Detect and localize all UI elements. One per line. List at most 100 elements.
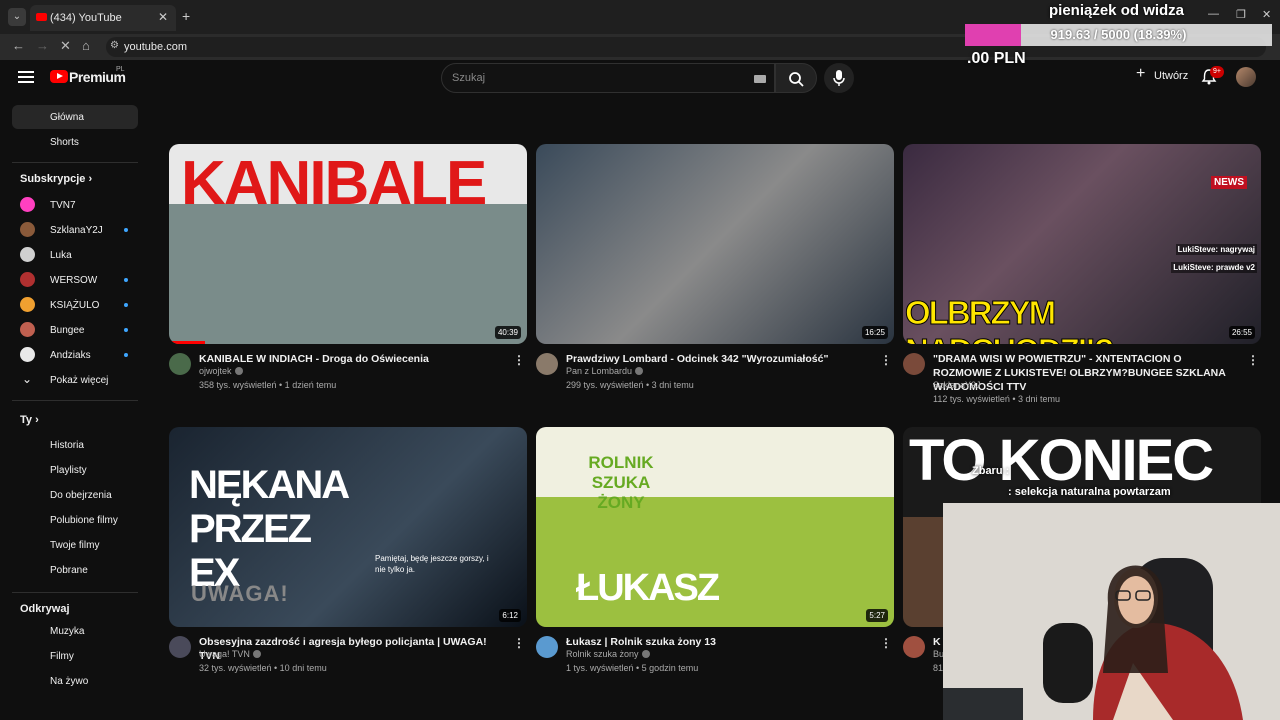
sidebar-item-channel[interactable]: Andziaks xyxy=(12,343,138,367)
sidebar-item-label: KSIĄŻULO xyxy=(50,300,100,311)
channel-name: Rolnik szuka żony xyxy=(566,649,639,659)
tab-search-icon[interactable]: ⌄ xyxy=(8,8,26,26)
sidebar-item-label: Bungee xyxy=(50,325,85,336)
keyboard-icon[interactable] xyxy=(754,75,766,83)
sidebar-item-you[interactable]: Twoje filmy xyxy=(12,533,138,557)
video-channel[interactable]: Pan z Lombardu xyxy=(566,366,644,376)
channel-avatar xyxy=(20,272,35,287)
reload-icon[interactable]: ✕ xyxy=(60,38,71,54)
minimize-icon[interactable]: — xyxy=(1208,8,1219,20)
plus-icon: + xyxy=(1136,65,1146,82)
channel-name: Pan z Lombardu xyxy=(566,366,633,376)
sidebar-item-you[interactable]: Historia xyxy=(12,433,138,457)
channel-name: ojwojtek xyxy=(199,366,232,376)
new-content-dot xyxy=(124,303,128,307)
more-options-icon[interactable]: ⋮ xyxy=(513,353,525,367)
menu-icon[interactable] xyxy=(18,71,34,83)
close-tab-icon[interactable]: ✕ xyxy=(158,10,168,24)
verified-icon xyxy=(234,367,243,375)
sidebar-item-label: Filmy xyxy=(50,651,74,662)
url-text: youtube.com xyxy=(124,41,187,53)
maximize-icon[interactable]: ❐ xyxy=(1236,8,1246,21)
create-button[interactable]: + Utwórz xyxy=(1132,64,1192,88)
account-avatar[interactable] xyxy=(1236,67,1256,87)
video-meta: 32 tys. wyświetleń • 10 dni temu xyxy=(199,663,327,673)
chat-user: Zbaru : xyxy=(972,465,1010,477)
video-thumbnail[interactable]: OLBRZYM NADCHODZI!? NEWS LukiSteve: nagryw… xyxy=(903,144,1261,344)
sidebar-item-home[interactable]: Główna xyxy=(12,105,138,129)
close-window-icon[interactable]: ✕ xyxy=(1262,8,1271,21)
sidebar-item-channel[interactable]: TVN7 xyxy=(12,193,138,217)
channel-avatar[interactable] xyxy=(903,636,925,658)
browser-tab[interactable]: (434) YouTube ✕ xyxy=(30,5,176,31)
sidebar-item-label: Na żywo xyxy=(50,676,89,687)
channel-avatar xyxy=(20,247,35,262)
video-channel[interactable]: ojwojtek xyxy=(199,366,243,376)
sidebar-item-channel[interactable]: WERSOW xyxy=(12,268,138,292)
donation-progress-bar: 919.63 / 5000 (18.39%) xyxy=(965,24,1272,46)
tab-title: (434) YouTube xyxy=(50,12,122,24)
channel-avatar[interactable] xyxy=(169,353,191,375)
notification-count-badge: 9+ xyxy=(1210,66,1224,78)
more-options-icon[interactable]: ⋮ xyxy=(1247,353,1259,367)
site-info-icon[interactable]: ⚙ xyxy=(110,40,119,51)
video-title[interactable]: KANIBALE W INDIACH - Droga do Oświecenia xyxy=(199,352,499,366)
sidebar-item-explore[interactable]: Filmy xyxy=(12,644,138,668)
create-label: Utwórz xyxy=(1154,70,1189,82)
voice-search-button[interactable] xyxy=(824,63,854,93)
sidebar-item-channel[interactable]: Bungee xyxy=(12,318,138,342)
sidebar-item-channel[interactable]: KSIĄŻULO xyxy=(12,293,138,317)
sidebar-item-label: Historia xyxy=(50,440,84,451)
video-thumbnail[interactable]: KANIBALE 40:39 xyxy=(169,144,527,344)
verified-icon xyxy=(635,367,644,375)
more-options-icon[interactable]: ⋮ xyxy=(880,353,892,367)
sidebar-item-you[interactable]: Pobrane xyxy=(12,558,138,582)
more-options-icon[interactable]: ⋮ xyxy=(880,636,892,650)
search-input[interactable]: Szukaj xyxy=(441,63,775,93)
thumb-text: KANIBALE xyxy=(181,149,487,218)
forward-icon[interactable]: → xyxy=(36,38,49,53)
search-button[interactable] xyxy=(775,63,817,93)
back-icon[interactable]: ← xyxy=(12,38,25,53)
video-channel[interactable]: SzklanaY2J xyxy=(933,380,981,390)
chevron-right-icon: › xyxy=(88,173,93,185)
thumb-rolnik-logo: ROLNIK SZUKA ŻONY xyxy=(588,453,654,512)
subscriptions-title: Subskrypcje xyxy=(20,173,86,185)
more-options-icon[interactable]: ⋮ xyxy=(513,636,525,650)
channel-avatar[interactable] xyxy=(536,353,558,375)
sidebar-item-shorts[interactable]: Shorts xyxy=(12,130,138,154)
streamer-webcam xyxy=(943,503,1280,720)
youtube-favicon-icon xyxy=(36,13,47,21)
video-thumbnail[interactable]: ROLNIK SZUKA ŻONY ŁUKASZ 5:27 xyxy=(536,427,894,627)
sidebar-item-you[interactable]: Polubione filmy xyxy=(12,508,138,532)
youtube-play-icon xyxy=(50,70,68,83)
video-meta: 112 tys. wyświetleń • 3 dni temu xyxy=(933,394,1061,404)
video-channel[interactable]: Rolnik szuka żony xyxy=(566,649,650,659)
video-thumbnail[interactable]: NĘKANA PRZEZ EX Pamiętaj, będę jeszcze go… xyxy=(169,427,527,627)
new-tab-icon[interactable]: + xyxy=(182,8,190,24)
video-thumbnail[interactable]: 16:25 xyxy=(536,144,894,344)
sidebar-item-you[interactable]: Do obejrzenia xyxy=(12,483,138,507)
sidebar-item-explore[interactable]: Muzyka xyxy=(12,619,138,643)
thumb-quote: Pamiętaj, będę jeszcze gorszy, i nie tyl… xyxy=(375,554,489,574)
video-title[interactable]: Prawdziwy Lombard - Odcinek 342 "Wyrozum… xyxy=(566,352,866,366)
chevron-right-icon: › xyxy=(35,414,39,426)
subscriptions-heading[interactable]: Subskrypcje › xyxy=(20,173,92,185)
you-heading[interactable]: Ty › xyxy=(20,414,39,426)
search-icon xyxy=(789,72,804,87)
logo-country: PL xyxy=(116,66,125,73)
show-more-button[interactable]: ⌄ Pokaż więcej xyxy=(12,368,138,392)
thumb-progress-bar xyxy=(169,341,205,344)
video-channel[interactable]: Uwaga! TVN xyxy=(199,649,261,659)
channel-avatar[interactable] xyxy=(536,636,558,658)
channel-avatar[interactable] xyxy=(903,353,925,375)
sidebar-item-explore[interactable]: Na żywo xyxy=(12,669,138,693)
sidebar-item-channel[interactable]: SzklanaY2J xyxy=(12,218,138,242)
video-title[interactable]: Łukasz | Rolnik szuka żony 13 xyxy=(566,635,866,649)
chevron-down-icon: ⌄ xyxy=(22,372,33,386)
you-title: Ty xyxy=(20,414,33,426)
channel-avatar[interactable] xyxy=(169,636,191,658)
home-icon[interactable]: ⌂ xyxy=(82,38,90,53)
sidebar-item-you[interactable]: Playlisty xyxy=(12,458,138,482)
sidebar-item-channel[interactable]: Luka xyxy=(12,243,138,267)
